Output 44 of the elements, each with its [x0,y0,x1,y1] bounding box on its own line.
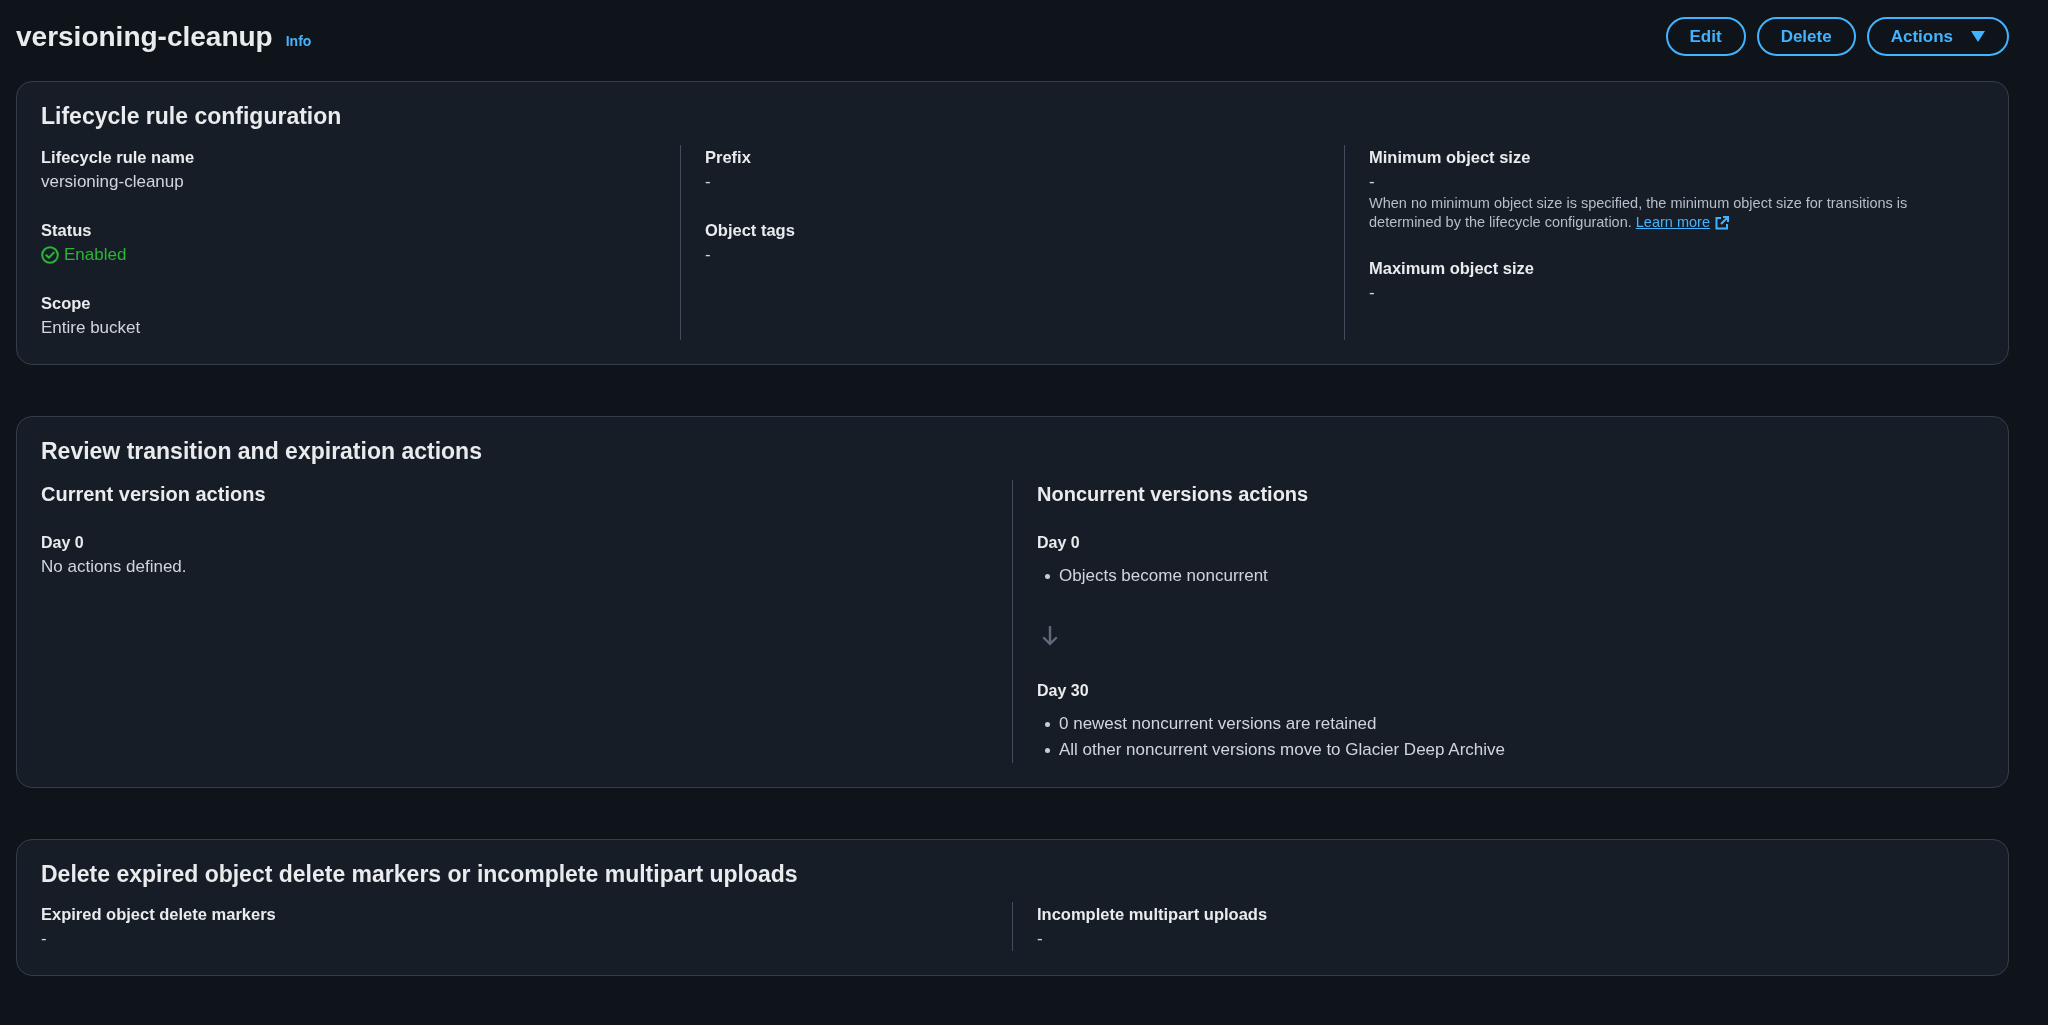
field-value: Entire bucket [41,317,142,339]
day-label: Day 30 [1037,681,1090,701]
field-label: Scope [41,293,92,314]
check-circle-icon [41,245,59,264]
field-label: Maximum object size [1369,258,1536,279]
field-value: - [705,244,712,266]
field-label: Object tags [705,220,796,241]
column-title: Noncurrent versions actions [1037,482,1310,507]
field-value: - [705,171,712,193]
info-link[interactable]: Info [285,33,312,49]
step-note: No actions defined. [41,556,188,578]
bullet-icon [1045,573,1050,579]
field-value: - [1037,928,1044,950]
field-label: Minimum object size [1369,147,1532,168]
field-value: - [1369,282,1376,304]
action-text: All other noncurrent versions move to Glacier Deep Archive [1059,739,1505,761]
field-label: Lifecycle rule name [41,147,196,168]
day-label: Day 0 [1037,533,1081,553]
section-title: Lifecycle rule configuration [41,102,343,131]
actions-dropdown-button[interactable]: Actions [1866,17,2009,56]
bullet-icon [1045,747,1050,753]
caret-icon [1971,31,1985,42]
bullet-icon [1045,721,1050,727]
down-arrow-icon [1042,626,1058,646]
page-title: versioning-cleanup [16,20,273,54]
field-value: versioning-cleanup [41,171,185,193]
field-value: - [1369,171,1376,193]
status-text: Enabled [64,244,127,266]
field-label: Prefix [705,147,752,168]
action-text: Objects become noncurrent [1059,565,1268,587]
field-label: Expired object delete markers [41,904,277,925]
day-label: Day 0 [41,533,85,553]
field-value: - [41,928,48,950]
field-label: Incomplete multipart uploads [1037,904,1269,925]
column-title: Current version actions [41,482,267,507]
section-title: Review transition and expiration actions [41,437,483,466]
section-title: Delete expired object delete markers or incomplete multipart uploads [41,860,799,889]
help-text: When no minimum object size is specified, the minimum object size for transitions is determined by the lifecycle configuration. Learn more [1369,194,1909,232]
learn-more-link[interactable]: Learn more [1635,213,1729,232]
external-link-icon [1714,215,1729,230]
header-button[interactable]: Edit [1665,17,1746,56]
field-label: Status [41,220,93,241]
header-button[interactable]: Delete [1756,17,1856,56]
action-text: 0 newest noncurrent versions are retained [1059,713,1377,735]
